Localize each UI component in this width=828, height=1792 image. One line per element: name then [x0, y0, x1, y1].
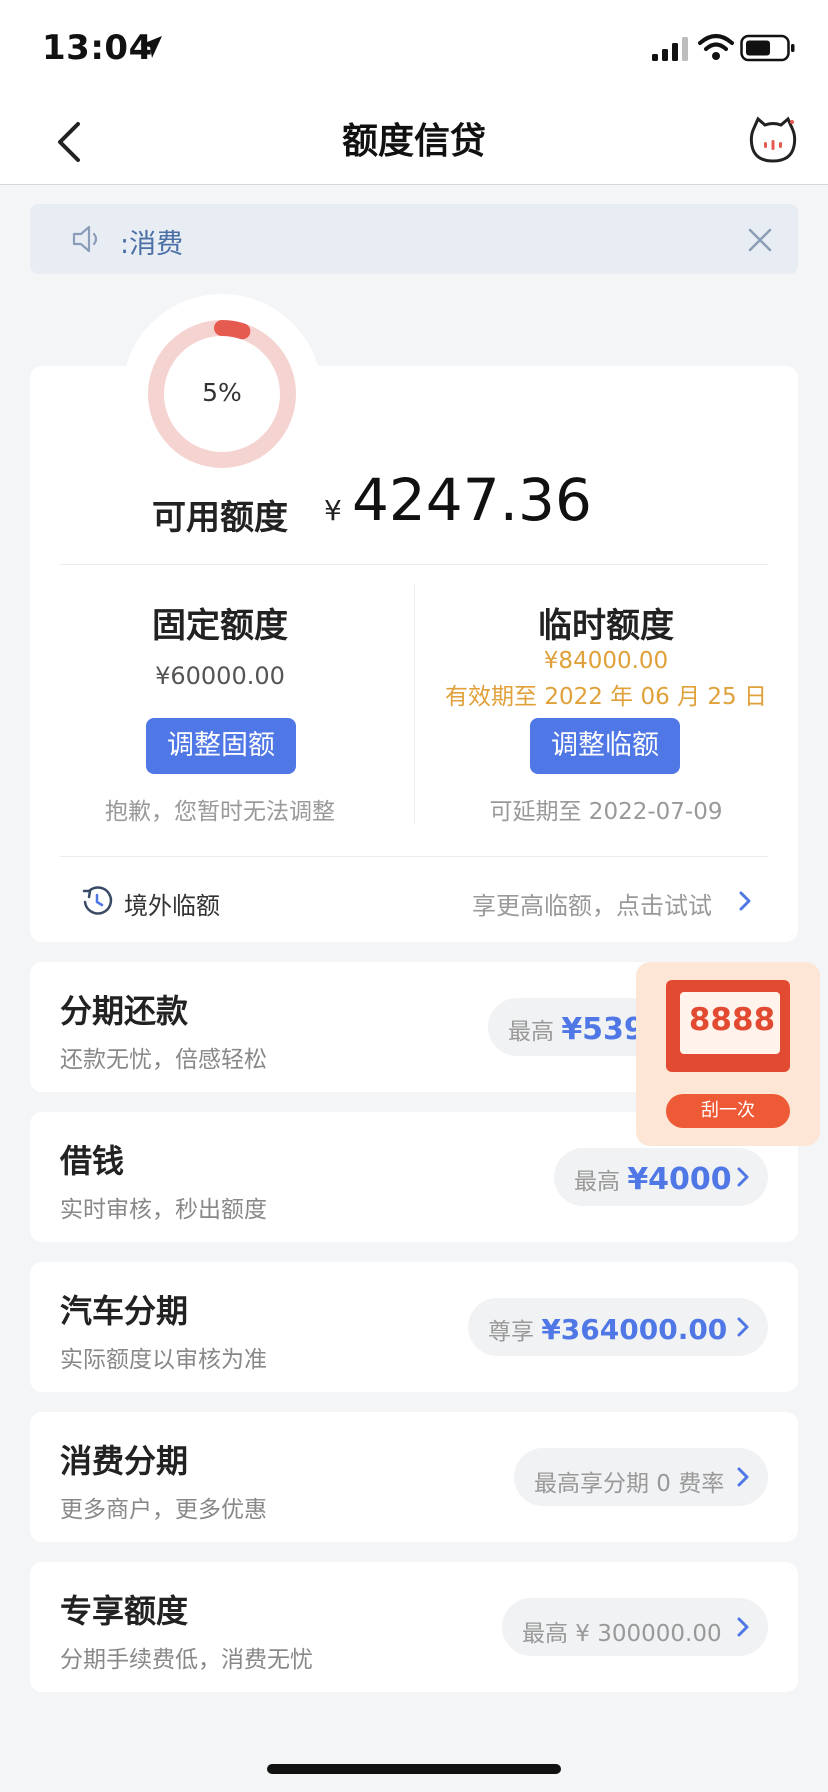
- product-subtitle: 实时审核，秒出额度: [60, 1197, 267, 1223]
- chevron-right-icon[interactable]: [736, 1466, 750, 1488]
- fixed-limit-title: 固定额度: [152, 606, 288, 646]
- pill-amount: ¥4000: [627, 1162, 732, 1197]
- chevron-right-icon[interactable]: [736, 1616, 750, 1638]
- home-indicator: [267, 1764, 561, 1774]
- temporary-limit-note: 可延期至 2022-07-09: [489, 799, 723, 825]
- product-subtitle: 更多商户，更多优惠: [60, 1497, 267, 1523]
- divider: [414, 584, 415, 824]
- back-chevron-icon[interactable]: [52, 120, 88, 164]
- page-title: 额度信贷: [341, 121, 486, 162]
- temporary-limit-title: 临时额度: [538, 606, 674, 646]
- pill-amount: ¥539: [561, 1012, 645, 1047]
- chevron-right-icon[interactable]: [736, 1166, 750, 1188]
- pill-prefix: 尊享: [488, 1319, 534, 1345]
- product-title: 分期还款: [60, 992, 189, 1030]
- product-title: 消费分期: [60, 1442, 189, 1480]
- pill-prefix: 最高: [574, 1169, 620, 1195]
- available-credit-label: 可用额度: [152, 498, 288, 538]
- temporary-limit-expiry: 有效期至 2022 年 06 月 25 日: [445, 684, 767, 710]
- currency-symbol: ¥: [324, 494, 342, 527]
- product-subtitle: 实际额度以审核为准: [60, 1347, 267, 1373]
- product-limit-text: 最高享分期 0 费率: [534, 1471, 725, 1497]
- notice-text: :消费: [120, 229, 184, 260]
- product-title: 汽车分期: [60, 1292, 189, 1330]
- fixed-limit-note: 抱歉，您暂时无法调整: [105, 799, 335, 825]
- product-limit-text: 最高 ¥539: [508, 1012, 645, 1047]
- product-title: 借钱: [60, 1142, 125, 1180]
- pill-prefix: 最高: [508, 1019, 554, 1045]
- promo-amount: 8888 元: [684, 1002, 780, 1074]
- overseas-limit-label[interactable]: 境外临额: [124, 886, 220, 921]
- product-title: 专享额度: [60, 1592, 189, 1630]
- usage-percent: 5%: [202, 378, 242, 407]
- overseas-limit-hint[interactable]: 享更高临额，点击试试: [472, 886, 712, 921]
- chevron-right-icon[interactable]: [736, 1316, 750, 1338]
- status-time: 13:04: [42, 28, 153, 68]
- temporary-limit-value: ¥84000.00: [543, 648, 669, 674]
- product-subtitle: 分期手续费低，消费无忧: [60, 1647, 313, 1673]
- available-credit-amount: 4247.36: [352, 466, 592, 534]
- adjust-temporary-limit-button[interactable]: 调整临额: [530, 718, 680, 774]
- divider: [60, 564, 768, 565]
- promo-amount-number: 8888: [688, 1002, 776, 1038]
- chevron-right-icon[interactable]: [738, 890, 752, 912]
- speaker-icon: [72, 225, 98, 253]
- product-limit-text: 最高 ¥ 300000.00: [522, 1621, 722, 1647]
- location-arrow-icon: [140, 36, 162, 58]
- cat-mascot-icon[interactable]: [748, 116, 798, 164]
- adjust-fixed-limit-button[interactable]: 调整固额: [146, 718, 296, 774]
- close-icon[interactable]: [746, 226, 774, 254]
- wifi-icon: [698, 34, 734, 60]
- product-subtitle: 还款无忧，倍感轻松: [60, 1047, 267, 1073]
- promo-unit: 元: [725, 1055, 738, 1069]
- battery-icon: [740, 34, 795, 62]
- fixed-limit-value: ¥60000.00: [155, 662, 285, 690]
- product-limit-text: 最高 ¥4000: [574, 1162, 732, 1197]
- scratch-button[interactable]: 刮一次: [666, 1094, 790, 1128]
- pill-amount: ¥364000.00: [541, 1313, 728, 1346]
- cellular-signal-icon: [652, 37, 688, 61]
- product-limit-text: 尊享 ¥364000.00: [488, 1312, 727, 1346]
- divider: [60, 856, 768, 857]
- clock-refresh-icon: [82, 886, 113, 915]
